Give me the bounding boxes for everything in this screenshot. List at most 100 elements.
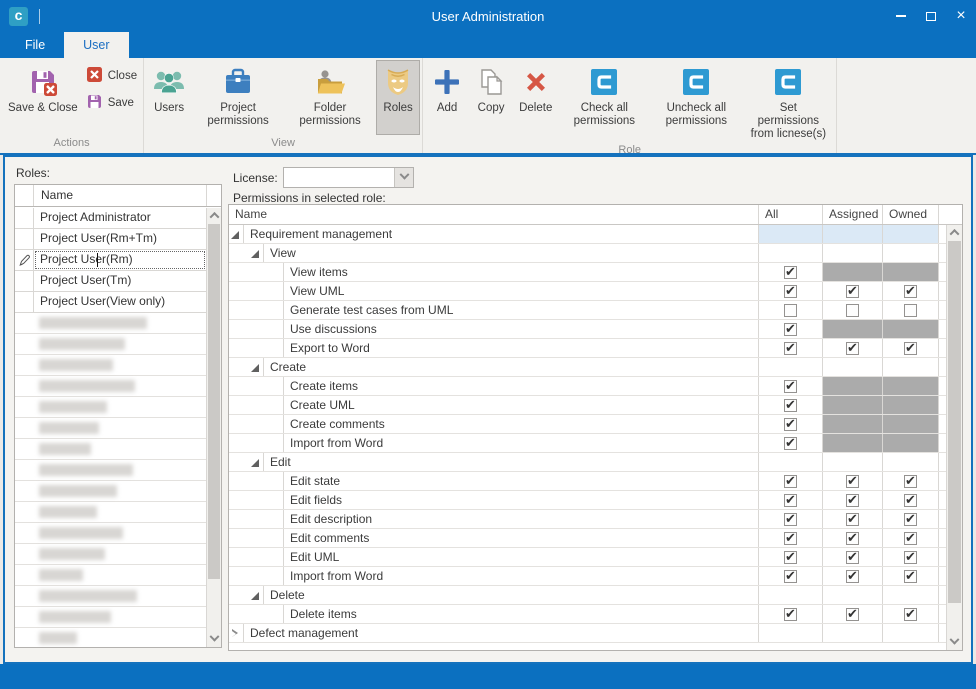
ribbon-button-users[interactable]: Users (146, 60, 192, 135)
permission-row-edit-fields[interactable]: Edit fields (229, 491, 946, 510)
role-row-redacted[interactable] (15, 355, 206, 376)
tree-collapse-icon[interactable] (251, 592, 259, 600)
ribbon-button-add[interactable]: Add (425, 60, 469, 142)
role-row-redacted[interactable] (15, 586, 206, 607)
permission-row-create-comments[interactable]: Create comments (229, 415, 946, 434)
role-row-redacted[interactable] (15, 565, 206, 586)
role-row-redacted[interactable] (15, 502, 206, 523)
permission-row-edit-uml[interactable]: Edit UML (229, 548, 946, 567)
role-row-project-administrator[interactable]: Project Administrator (15, 208, 206, 229)
checkbox-checked[interactable] (846, 285, 859, 298)
checkbox-checked[interactable] (784, 285, 797, 298)
tab-user[interactable]: User (64, 32, 128, 58)
ribbon-button-delete[interactable]: Delete (513, 60, 558, 142)
permission-row-requirement-management[interactable]: Requirement management (229, 225, 946, 244)
column-header-name[interactable]: Name (229, 205, 759, 224)
role-name[interactable]: Project User(Rm+Tm) (34, 229, 206, 249)
license-dropdown-button[interactable] (394, 168, 413, 187)
role-row-redacted[interactable] (15, 460, 206, 481)
permission-row-export-to-word[interactable]: Export to Word (229, 339, 946, 358)
checkbox-checked[interactable] (784, 342, 797, 355)
close-button[interactable]: × (946, 0, 976, 32)
permission-row-create-uml[interactable]: Create UML (229, 396, 946, 415)
minimize-button[interactable] (886, 0, 916, 32)
permission-row-generate-test-cases-from-uml[interactable]: Generate test cases from UML (229, 301, 946, 320)
checkbox-checked[interactable] (784, 494, 797, 507)
checkbox-checked[interactable] (846, 494, 859, 507)
scrollbar-thumb[interactable] (948, 241, 961, 603)
role-row-redacted[interactable] (15, 376, 206, 397)
ribbon-button-roles[interactable]: Roles (376, 60, 420, 135)
ribbon-button-project-permissions[interactable]: Project permissions (192, 60, 284, 135)
ribbon-button-copy[interactable]: Copy (469, 60, 513, 142)
role-name[interactable]: Project User(View only) (34, 292, 206, 312)
scroll-down-button[interactable] (207, 632, 221, 647)
permission-row-edit-comments[interactable]: Edit comments (229, 529, 946, 548)
checkbox-checked[interactable] (904, 608, 917, 621)
permission-row-import-from-word[interactable]: Import from Word (229, 434, 946, 453)
tree-collapse-icon[interactable] (251, 459, 259, 467)
checkbox-checked[interactable] (904, 342, 917, 355)
checkbox-checked[interactable] (784, 399, 797, 412)
tree-collapse-icon[interactable] (251, 364, 259, 372)
ribbon-button-close[interactable]: Close (86, 66, 137, 86)
roles-scrollbar[interactable] (206, 208, 221, 647)
checkbox-checked[interactable] (846, 513, 859, 526)
role-row-redacted[interactable] (15, 397, 206, 418)
checkbox-checked[interactable] (784, 437, 797, 450)
checkbox-checked[interactable] (904, 513, 917, 526)
permission-row-delete[interactable]: Delete (229, 586, 946, 605)
roles-name-column-header[interactable]: Name (34, 185, 207, 206)
permissions-scrollbar[interactable] (946, 225, 962, 650)
checkbox-checked[interactable] (846, 570, 859, 583)
checkbox-checked[interactable] (784, 608, 797, 621)
checkbox-checked[interactable] (904, 494, 917, 507)
ribbon-button-set-permissions-from-licnese-s[interactable]: Set permissions from licnese(s) (742, 60, 834, 142)
role-row-project-user-view-only[interactable]: Project User(View only) (15, 292, 206, 313)
ribbon-button-uncheck-all-permissions[interactable]: Uncheck all permissions (650, 60, 742, 142)
permission-row-create[interactable]: Create (229, 358, 946, 377)
checkbox-checked[interactable] (784, 570, 797, 583)
role-name[interactable]: Project Administrator (34, 208, 206, 228)
role-row-redacted[interactable] (15, 313, 206, 334)
checkbox-checked[interactable] (846, 342, 859, 355)
role-row-redacted[interactable] (15, 439, 206, 460)
role-row-project-user-rm-tm[interactable]: Project User(Rm+Tm) (15, 229, 206, 250)
role-row-redacted[interactable] (15, 628, 206, 647)
permission-row-view-items[interactable]: View items (229, 263, 946, 282)
checkbox-checked[interactable] (904, 551, 917, 564)
column-header-all[interactable]: All (759, 205, 823, 224)
ribbon-button-save[interactable]: Save (86, 93, 137, 113)
permission-row-create-items[interactable]: Create items (229, 377, 946, 396)
checkbox-checked[interactable] (784, 513, 797, 526)
ribbon-button-save-close[interactable]: Save & Close (2, 60, 84, 135)
app-logo-icon[interactable]: c (9, 7, 28, 26)
permission-row-edit-description[interactable]: Edit description (229, 510, 946, 529)
role-row-redacted[interactable] (15, 523, 206, 544)
checkbox-checked[interactable] (784, 418, 797, 431)
checkbox-checked[interactable] (904, 285, 917, 298)
role-row-redacted[interactable] (15, 544, 206, 565)
tree-collapse-icon[interactable] (251, 250, 259, 258)
permission-row-view-uml[interactable]: View UML (229, 282, 946, 301)
checkbox-checked[interactable] (784, 551, 797, 564)
checkbox-checked[interactable] (784, 532, 797, 545)
permission-row-import-from-word[interactable]: Import from Word (229, 567, 946, 586)
role-row-project-user-tm[interactable]: Project User(Tm) (15, 271, 206, 292)
checkbox-checked[interactable] (784, 475, 797, 488)
permission-row-edit-state[interactable]: Edit state (229, 472, 946, 491)
checkbox-checked[interactable] (904, 475, 917, 488)
column-header-owned[interactable]: Owned (883, 205, 939, 224)
scrollbar-thumb[interactable] (208, 224, 220, 579)
role-name[interactable]: Project User(Rm) (34, 250, 206, 270)
permission-row-view[interactable]: View (229, 244, 946, 263)
checkbox-checked[interactable] (846, 475, 859, 488)
checkbox-checked[interactable] (846, 532, 859, 545)
ribbon-button-folder-permissions[interactable]: Folder permissions (284, 60, 376, 135)
checkbox-unchecked[interactable] (846, 304, 859, 317)
scroll-up-button[interactable] (207, 208, 221, 223)
scroll-up-button[interactable] (947, 225, 962, 240)
maximize-button[interactable] (916, 0, 946, 32)
scroll-down-button[interactable] (947, 635, 962, 650)
column-header-assigned[interactable]: Assigned (823, 205, 883, 224)
